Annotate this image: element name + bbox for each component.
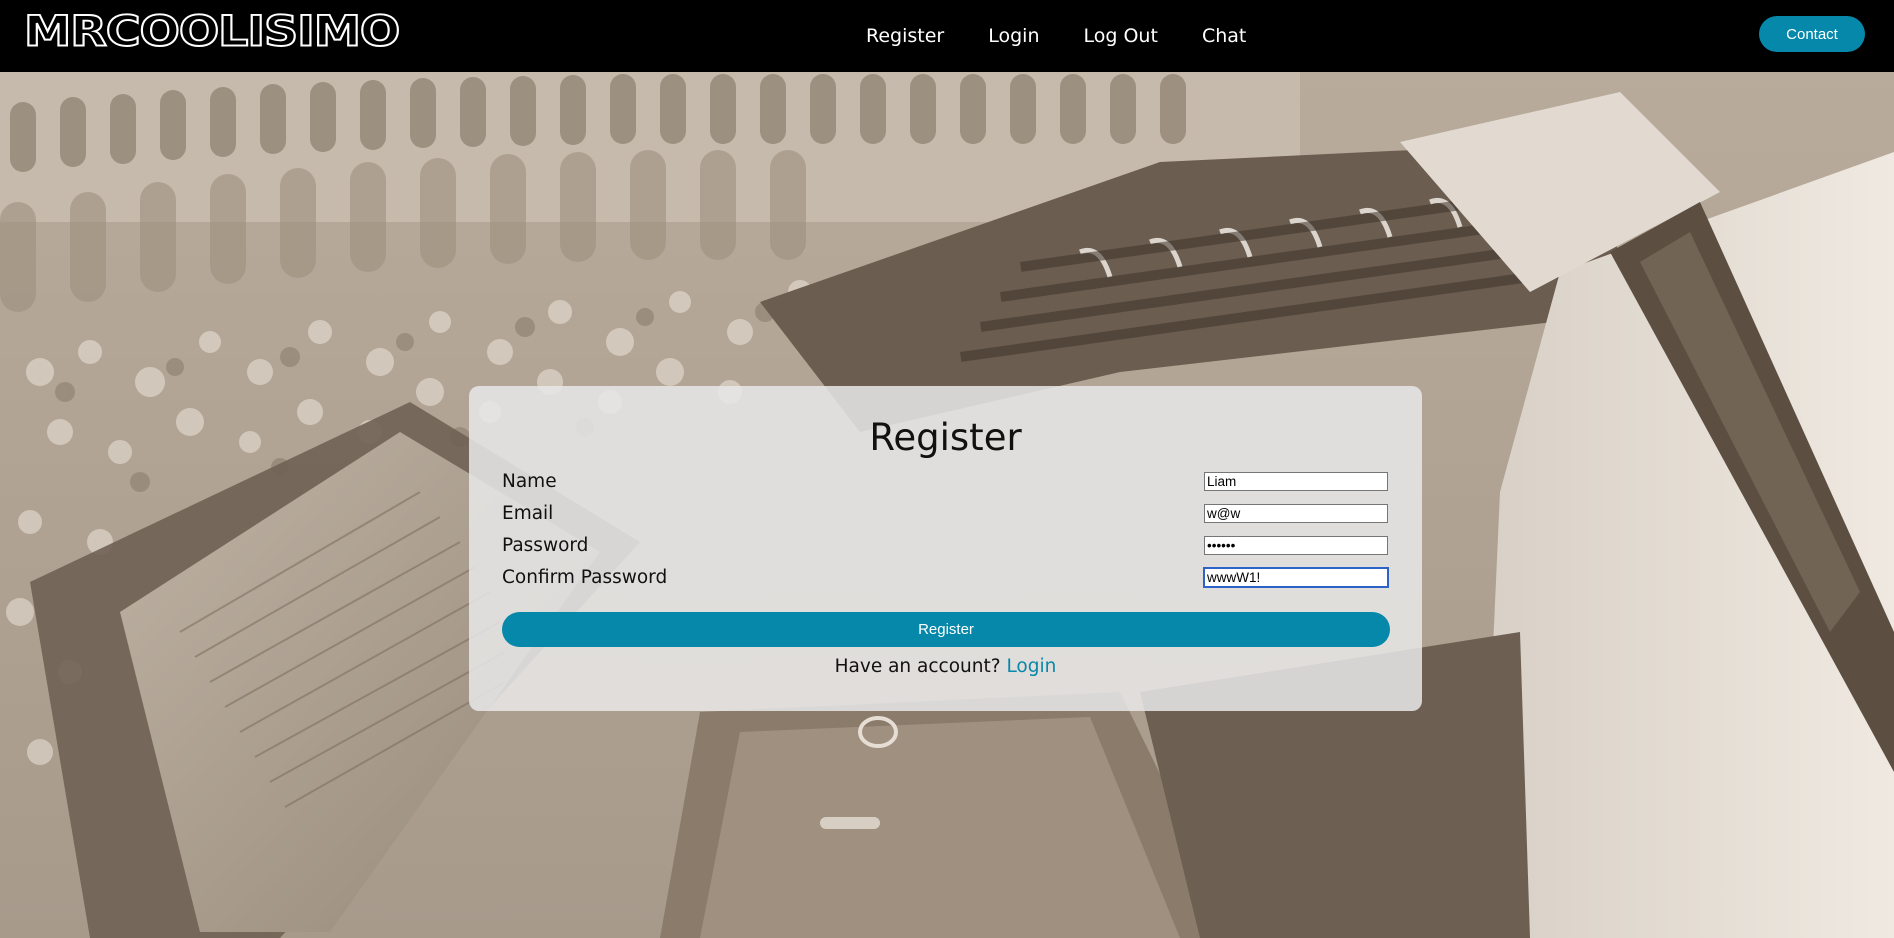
password-row: Password (502, 535, 1390, 557)
top-navbar: MRCOOLISIMO Register Login Log Out Chat … (0, 0, 1894, 72)
contact-button[interactable]: Contact (1759, 16, 1865, 52)
nav-link-register[interactable]: Register (866, 25, 944, 47)
password-input[interactable] (1204, 536, 1388, 555)
nav-links: Register Login Log Out Chat (866, 0, 1246, 72)
email-input[interactable] (1204, 504, 1388, 523)
confirm-password-input[interactable] (1204, 568, 1388, 587)
login-link[interactable]: Login (1006, 656, 1056, 677)
email-row: Email (502, 503, 1390, 525)
login-prompt-text: Have an account? (834, 656, 1001, 677)
register-submit-button[interactable]: Register (502, 612, 1390, 647)
email-label: Email (502, 503, 554, 524)
password-label: Password (502, 535, 589, 556)
brand-logo[interactable]: MRCOOLISIMO (23, 10, 401, 54)
confirm-password-row: Confirm Password (502, 567, 1390, 589)
name-row: Name (502, 471, 1390, 493)
confirm-password-label: Confirm Password (502, 567, 668, 588)
register-title: Register (869, 416, 1022, 459)
name-label: Name (502, 471, 557, 492)
nav-link-logout[interactable]: Log Out (1084, 25, 1158, 47)
register-card: Register Name Email Password Confirm Pas… (469, 386, 1422, 711)
nav-link-chat[interactable]: Chat (1202, 25, 1246, 47)
name-input[interactable] (1204, 472, 1388, 491)
brand-logo-text: MRCOOLISIMO (23, 7, 401, 56)
login-prompt: Have an account? Login (469, 656, 1422, 677)
nav-link-login[interactable]: Login (988, 25, 1039, 47)
